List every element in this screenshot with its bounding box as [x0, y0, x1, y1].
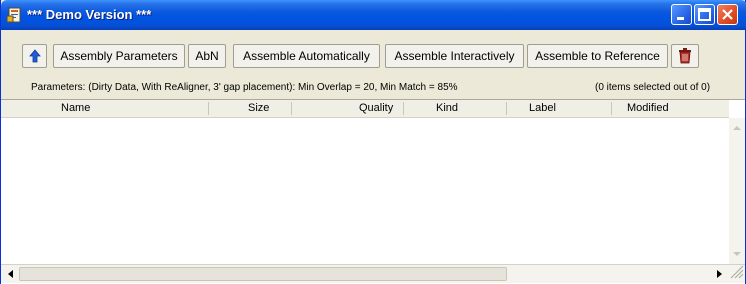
trash-button[interactable]	[671, 44, 699, 68]
app-document-icon	[7, 7, 21, 23]
toolbar: Assembly Parameters AbN Assemble Automat…	[1, 44, 745, 74]
minimize-icon	[677, 17, 684, 20]
assemble-automatically-button[interactable]: Assemble Automatically	[233, 44, 380, 68]
main-window: *** Demo Version *** Assembly Parameters…	[0, 0, 746, 284]
horizontal-scrollbar[interactable]	[1, 264, 745, 283]
assembly-list[interactable]: Name Size Quality Kind Label Modified	[1, 99, 745, 284]
parameters-status: Parameters: (Dirty Data, With ReAligner,…	[1, 82, 745, 96]
title-bar[interactable]: *** Demo Version ***	[1, 0, 746, 30]
assemble-to-reference-button[interactable]: Assemble to Reference	[527, 44, 668, 68]
column-modified[interactable]: Modified	[627, 100, 669, 117]
assemble-interactively-button[interactable]: Assemble Interactively	[385, 44, 524, 68]
up-arrow-icon	[28, 49, 41, 63]
column-label[interactable]: Label	[529, 100, 556, 117]
assembly-parameters-button[interactable]: Assembly Parameters	[53, 44, 185, 68]
resize-grip-icon[interactable]	[729, 264, 745, 282]
scroll-up-arrow-icon[interactable]	[729, 120, 745, 136]
maximize-button[interactable]	[694, 4, 715, 25]
column-name[interactable]: Name	[61, 100, 90, 117]
vertical-scrollbar[interactable]	[729, 118, 745, 264]
column-divider[interactable]	[403, 102, 404, 115]
column-kind[interactable]: Kind	[436, 100, 458, 117]
up-button[interactable]	[22, 44, 47, 68]
trash-icon	[679, 48, 691, 64]
abn-button[interactable]: AbN	[188, 44, 226, 68]
close-button[interactable]	[717, 4, 738, 25]
column-size[interactable]: Size	[248, 100, 269, 117]
horizontal-scroll-thumb[interactable]	[19, 267, 507, 281]
column-quality[interactable]: Quality	[359, 100, 393, 117]
column-divider[interactable]	[506, 102, 507, 115]
column-divider[interactable]	[611, 102, 612, 115]
window-title: *** Demo Version ***	[27, 7, 152, 22]
column-divider[interactable]	[291, 102, 292, 115]
parameters-text: Parameters: (Dirty Data, With ReAligner,…	[31, 82, 458, 93]
minimize-button[interactable]	[671, 4, 692, 25]
selection-count: (0 items selected out of 0)	[595, 82, 711, 93]
column-header: Name Size Quality Kind Label Modified	[1, 100, 729, 118]
scroll-right-arrow-icon[interactable]	[711, 266, 727, 282]
column-divider[interactable]	[208, 102, 209, 115]
scroll-left-arrow-icon[interactable]	[3, 266, 19, 282]
scroll-down-arrow-icon[interactable]	[729, 246, 745, 262]
maximize-icon	[698, 8, 711, 21]
close-icon	[722, 9, 733, 20]
